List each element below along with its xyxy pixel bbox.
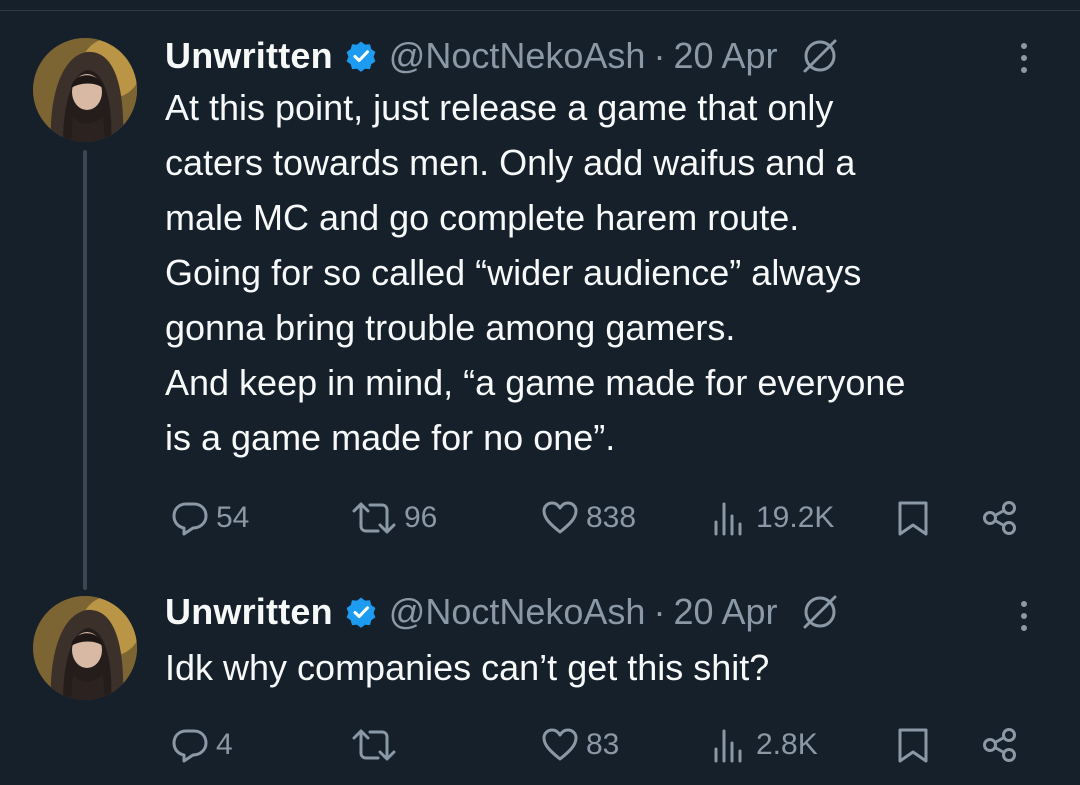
share-button[interactable] [980,720,1020,770]
grok-icon[interactable] [800,592,840,632]
views-icon [714,729,742,763]
separator-dot: · [653,591,666,632]
grok-icon[interactable] [800,36,840,76]
views-button[interactable]: 19.2K [710,493,834,543]
tweet-text: Idk why companies can’t get this shit? [165,647,770,688]
views-button[interactable]: 2.8K [710,720,818,770]
repost-button[interactable]: 96 [350,493,437,543]
reply-count: 54 [216,501,250,534]
like-count: 83 [586,728,620,761]
top-divider [0,10,1080,11]
reply-button[interactable]: 4 [170,720,233,770]
reply-button[interactable]: 54 [170,493,249,543]
like-button[interactable]: 838 [540,493,636,543]
bookmark-icon [898,728,928,763]
repost-icon [352,502,396,534]
tweet-header: Unwritten @NoctNekoAsh · 20 Apr [165,34,840,78]
tweet-text: At this point, just release a game that … [165,87,906,458]
verified-badge-icon [345,596,377,628]
verified-badge-icon [345,40,377,72]
tweet-header: Unwritten @NoctNekoAsh · 20 Apr [165,590,840,634]
views-count: 19.2K [756,501,835,534]
share-icon [983,728,1016,762]
avatar[interactable] [33,38,137,142]
more-icon[interactable] [1014,596,1034,636]
tweet-date[interactable]: 20 Apr [673,35,777,77]
separator-dot: · [653,35,666,76]
reply-icon [172,502,208,536]
repost-icon [352,729,396,761]
like-icon [542,501,578,534]
tweet-actions: 54 96 838 19.2K [165,493,1045,543]
tweet-date[interactable]: 20 Apr [673,591,777,633]
views-icon [714,502,742,536]
repost-count: 96 [404,501,438,534]
share-button[interactable] [980,493,1020,543]
author-name[interactable]: Unwritten [165,35,333,77]
more-icon[interactable] [1014,38,1034,78]
avatar[interactable] [33,596,137,700]
bookmark-icon [898,501,928,536]
author-handle[interactable]: @NoctNekoAsh [389,591,646,633]
bookmark-button[interactable] [895,493,931,543]
tweet-actions: 4 83 2.8K [165,720,1045,770]
like-icon [542,728,578,761]
like-count: 838 [586,501,637,534]
reply-icon [172,729,208,763]
reply-count: 4 [216,728,233,761]
views-count: 2.8K [756,728,818,761]
share-icon [983,501,1016,535]
author-handle[interactable]: @NoctNekoAsh [389,35,646,77]
bookmark-button[interactable] [895,720,931,770]
author-name[interactable]: Unwritten [165,591,333,633]
like-button[interactable]: 83 [540,720,619,770]
repost-button[interactable] [350,720,404,770]
thread-connector-line [83,150,87,590]
